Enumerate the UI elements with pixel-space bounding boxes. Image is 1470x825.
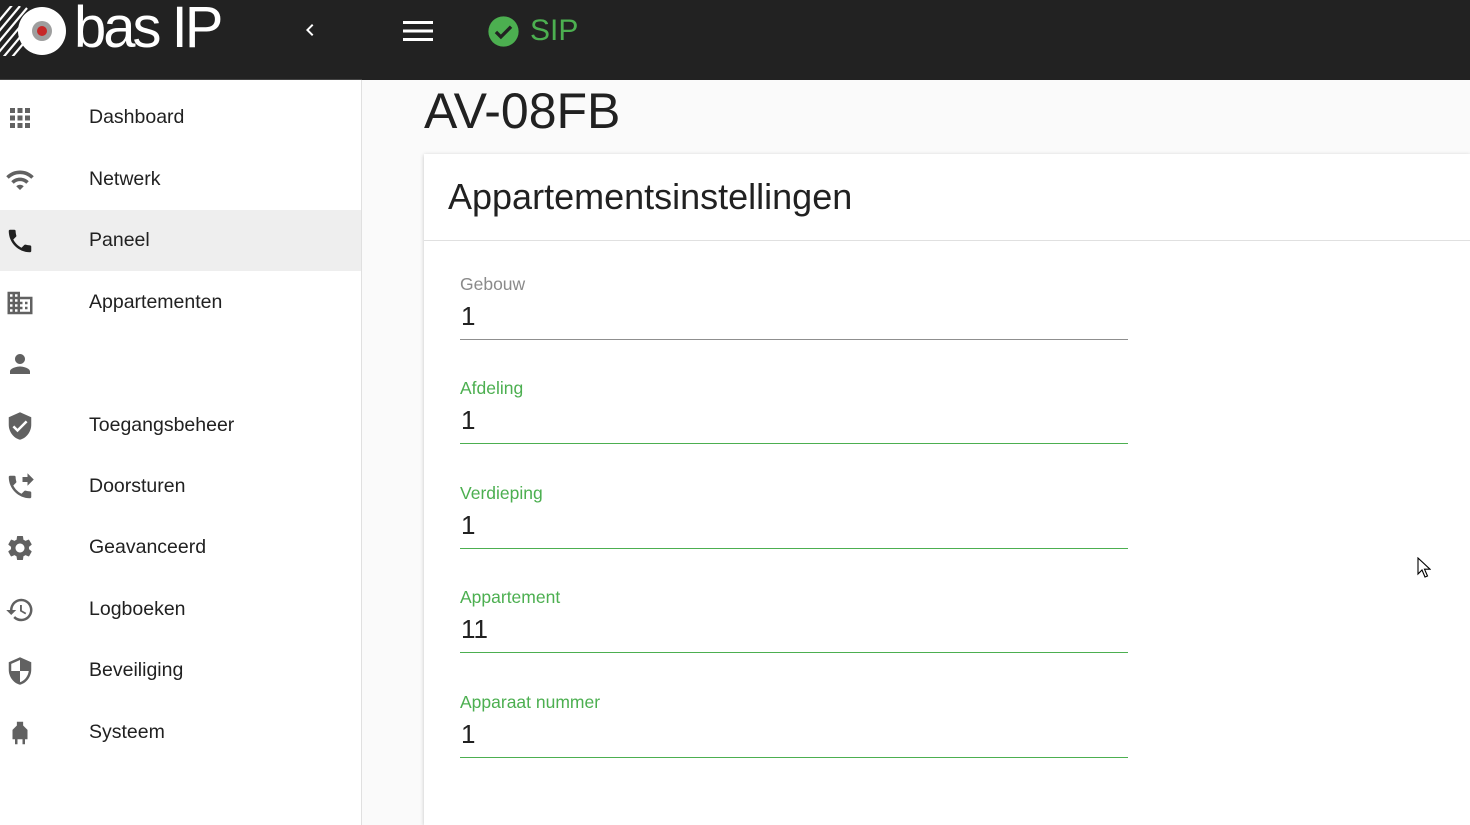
- building-field-label: Gebouw: [460, 274, 526, 294]
- security-shield-icon: [4, 655, 36, 687]
- department-field-underline: [460, 443, 1128, 444]
- sidebar-item-label: Netwerk: [89, 168, 161, 190]
- sidebar-item-label: Appartementen: [89, 291, 223, 313]
- sidebar-item-paneel[interactable]: Paneel: [0, 210, 361, 271]
- department-field-label: Afdeling: [460, 378, 524, 398]
- phone-icon: [4, 225, 36, 257]
- page-title: AV-08FB: [424, 83, 621, 139]
- device-number-field-label: Apparaat nummer: [460, 692, 601, 712]
- apartment-field: Appartement: [460, 587, 1128, 657]
- sidebar-item-systeem[interactable]: Systeem: [0, 702, 361, 763]
- floor-input[interactable]: [460, 505, 1128, 545]
- sidebar: Dashboard Netwerk Paneel Appartementen T…: [0, 80, 362, 825]
- sidebar-item-label: Geavanceerd: [89, 536, 207, 558]
- device-number-input[interactable]: [460, 714, 1128, 754]
- sip-status-label: SIP: [530, 14, 579, 47]
- card-header: Appartementsinstellingen: [424, 154, 1470, 241]
- apartment-settings-card: Appartementsinstellingen Gebouw Afdeling…: [424, 154, 1470, 825]
- logo-area: bas IP: [0, 0, 362, 80]
- brand-name: bas IP: [74, 0, 223, 60]
- sidebar-item-appartementen[interactable]: Appartementen: [0, 272, 361, 333]
- history-icon: [4, 594, 36, 626]
- sidebar-item-netwerk[interactable]: Netwerk: [0, 149, 361, 210]
- sidebar-item-doorsturen[interactable]: Doorsturen: [0, 456, 361, 517]
- sidebar-item-label: Systeem: [89, 721, 165, 743]
- building-icon: [4, 287, 36, 319]
- floor-field-label: Verdieping: [460, 483, 543, 503]
- sidebar-item-geavanceerd[interactable]: Geavanceerd: [0, 517, 361, 578]
- gear-icon: [4, 532, 36, 564]
- plug-icon: [4, 717, 36, 749]
- top-bar: bas IP SIP: [0, 0, 1470, 80]
- device-number-field-underline: [460, 757, 1128, 758]
- hamburger-menu-button[interactable]: [398, 12, 438, 50]
- collapse-sidebar-button[interactable]: [292, 12, 328, 48]
- apartment-field-label: Appartement: [460, 587, 561, 607]
- apartment-input[interactable]: [460, 609, 1128, 649]
- brand-logo[interactable]: bas IP: [0, 0, 223, 60]
- wifi-icon: [4, 164, 36, 196]
- sidebar-item-label: Logboeken: [89, 598, 186, 620]
- building-field: Gebouw: [460, 274, 1128, 344]
- sidebar-item-label: Toegangsbeheer: [89, 414, 235, 436]
- bas-ip-logo-icon: [0, 6, 66, 56]
- sidebar-item-dashboard[interactable]: Dashboard: [0, 87, 361, 148]
- department-input[interactable]: [460, 400, 1128, 440]
- mouse-cursor-icon: [1417, 557, 1431, 578]
- building-field-underline: [460, 339, 1128, 340]
- sidebar-item-users[interactable]: [0, 333, 361, 394]
- floor-field: Verdieping: [460, 483, 1128, 553]
- device-number-field: Apparaat nummer: [460, 692, 1128, 762]
- sidebar-item-beveiliging[interactable]: Beveiliging: [0, 640, 361, 701]
- sip-status: SIP: [487, 14, 578, 48]
- check-circle-icon: [488, 15, 519, 47]
- card-title: Appartementsinstellingen: [448, 176, 853, 217]
- phone-forward-icon: [4, 471, 36, 503]
- person-icon: [4, 348, 36, 380]
- sidebar-item-label: Paneel: [89, 229, 150, 251]
- department-field: Afdeling: [460, 378, 1128, 448]
- sidebar-item-label: Beveiliging: [89, 659, 184, 681]
- shield-check-icon: [4, 410, 36, 442]
- floor-field-underline: [460, 548, 1128, 549]
- sidebar-item-label: Dashboard: [89, 106, 185, 128]
- chevron-left-icon: [306, 24, 314, 36]
- sidebar-item-logboeken[interactable]: Logboeken: [0, 579, 361, 640]
- apps-grid-icon: [4, 102, 36, 134]
- sidebar-item-toegangsbeheer[interactable]: Toegangsbeheer: [0, 395, 361, 456]
- hamburger-menu-icon: [403, 21, 433, 41]
- apartment-field-underline: [460, 652, 1128, 653]
- sidebar-item-label: Doorsturen: [89, 475, 186, 497]
- building-input[interactable]: [460, 296, 1128, 336]
